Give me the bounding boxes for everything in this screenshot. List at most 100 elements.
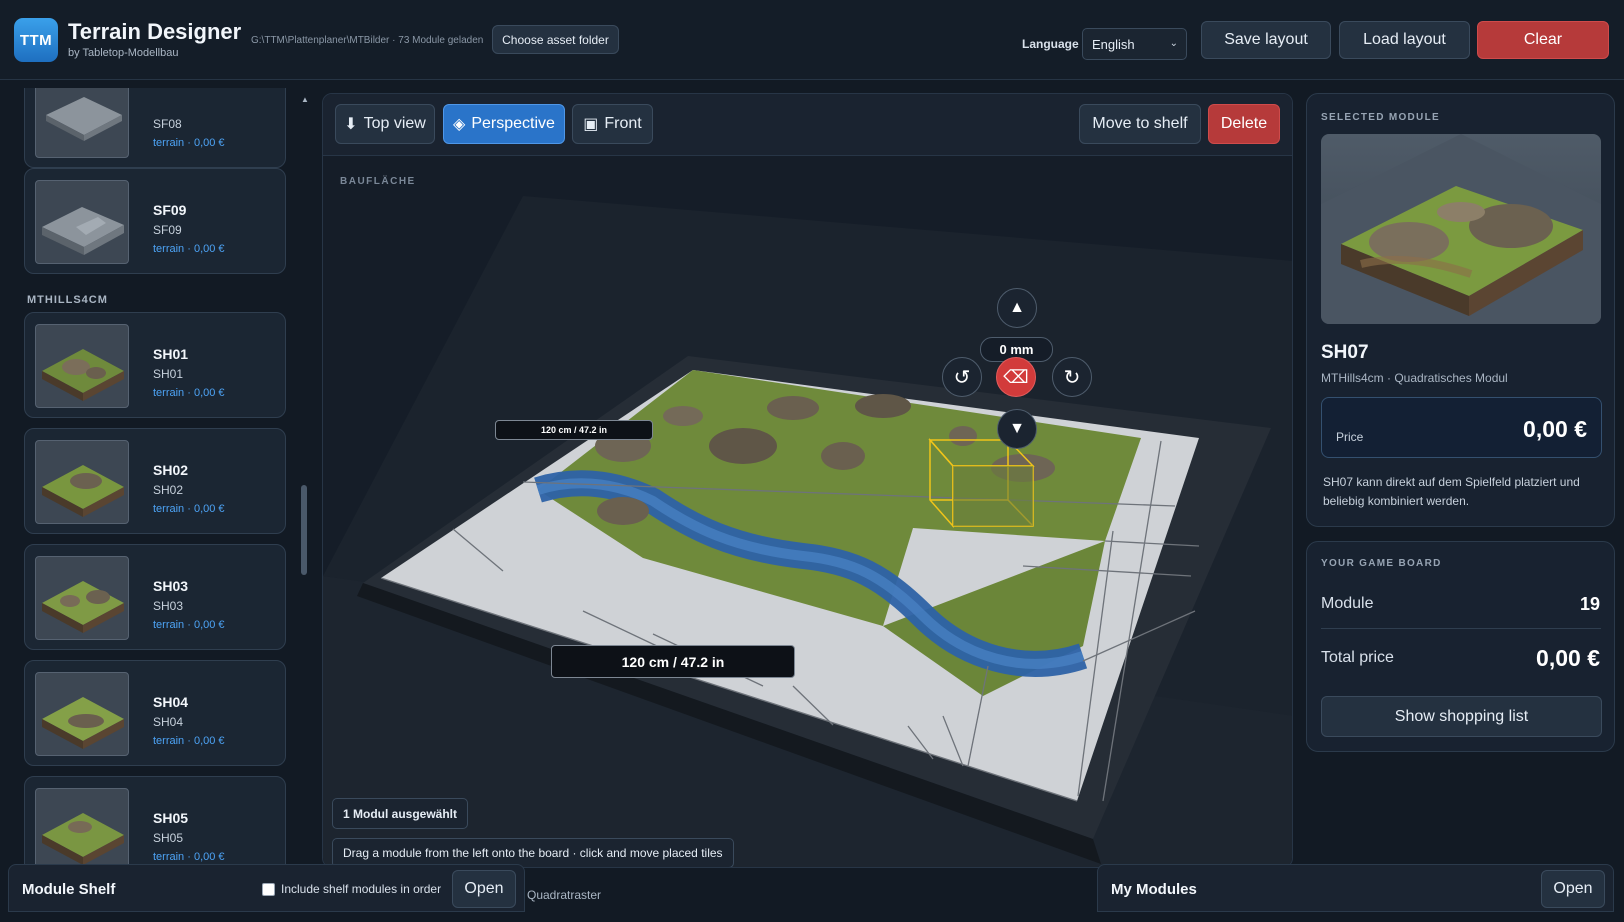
open-my-modules-button[interactable]: Open xyxy=(1541,870,1605,908)
module-code: SH02 xyxy=(153,483,184,497)
include-shelf-label[interactable]: Include shelf modules in order xyxy=(281,882,441,896)
board-viewport: ⬇ Top view ◈ Perspective ▣ Front Move to… xyxy=(322,93,1293,868)
language-select[interactable]: English ⌄ xyxy=(1082,28,1187,60)
module-code: SH05 xyxy=(153,831,184,845)
module-meta: terrain · 0,00 € xyxy=(153,735,225,747)
top-view-label: Top view xyxy=(363,115,426,132)
module-meta: terrain · 0,00 € xyxy=(153,137,225,149)
module-code: SF08 xyxy=(153,117,182,131)
price-box: Price 0,00 € xyxy=(1321,397,1602,458)
total-price-value: 0,00 € xyxy=(1536,645,1600,671)
module-meta: terrain · 0,00 € xyxy=(153,851,225,863)
app-logo: TTM xyxy=(14,18,58,62)
arrow-down-icon: ⬇ xyxy=(344,116,358,133)
open-shelf-button[interactable]: Open xyxy=(452,870,516,908)
selected-module-meta: MTHills4cm · Quadratisches Modul xyxy=(1321,371,1508,385)
library-item-sh01[interactable]: SH01 SH01 terrain · 0,00 € xyxy=(24,312,286,418)
remove-module-icon[interactable]: ⌫ xyxy=(996,357,1036,397)
module-thumbnail xyxy=(35,88,129,158)
module-library: SF08 terrain · 0,00 € SF09 SF09 terrain … xyxy=(10,88,310,864)
module-name: SH05 xyxy=(153,810,189,826)
grid-type-label: Quadratraster xyxy=(527,888,602,902)
selected-module-name: SH07 xyxy=(1321,342,1369,363)
choose-asset-folder-button[interactable]: Choose asset folder xyxy=(492,25,619,54)
module-thumbnail xyxy=(35,672,129,756)
total-price-label: Total price xyxy=(1321,649,1394,666)
library-item-sf09[interactable]: SF09 SF09 terrain · 0,00 € xyxy=(24,168,286,274)
top-view-button[interactable]: ⬇ Top view xyxy=(335,104,435,144)
selected-module-description: SH07 kann direkt auf dem Spielfeld platz… xyxy=(1323,475,1580,508)
library-item-sh04[interactable]: SH04 SH04 terrain · 0,00 € xyxy=(24,660,286,766)
category-label: MTHILLS4CM xyxy=(27,294,108,306)
module-code: SH03 xyxy=(153,599,184,613)
library-item-sh05[interactable]: SH05 SH05 terrain · 0,00 € xyxy=(24,776,286,864)
module-count-value: 19 xyxy=(1579,594,1600,614)
module-thumbnail xyxy=(35,440,129,524)
my-modules-title: My Modules xyxy=(1111,881,1197,898)
module-code: SH04 xyxy=(153,715,184,729)
show-shopping-list-button[interactable]: Show shopping list xyxy=(1321,696,1602,737)
module-thumbnail xyxy=(35,324,129,408)
module-name: SF09 xyxy=(153,202,187,218)
save-layout-button[interactable]: Save layout xyxy=(1201,21,1331,59)
price-label: Price xyxy=(1336,430,1364,444)
selected-module-title: SELECTED MODULE xyxy=(1321,112,1440,123)
module-name: SH03 xyxy=(153,578,189,594)
move-down-button[interactable]: ▼ xyxy=(997,409,1037,449)
module-meta: terrain · 0,00 € xyxy=(153,387,225,399)
selected-module-panel: SELECTED MODULE SH07 MTHills4cm · Quadra… xyxy=(1306,93,1615,527)
perspective-button[interactable]: ◈ Perspective xyxy=(443,104,565,144)
rotate-left-icon[interactable]: ↺ xyxy=(942,357,982,397)
module-code: SH01 xyxy=(153,367,184,381)
front-button[interactable]: ▣ Front xyxy=(572,104,653,144)
library-item-sf08[interactable]: SF08 terrain · 0,00 € xyxy=(24,88,286,168)
scroll-up-icon[interactable]: ▲ xyxy=(301,95,309,104)
module-count-label: Module xyxy=(1321,595,1374,612)
language-label: Language xyxy=(1022,37,1079,51)
board-scene[interactable]: BAUFLÄCHE 120 cm / 47.2 in 120 cm / 47.2… xyxy=(323,156,1293,868)
module-code: SF09 xyxy=(153,223,182,237)
load-layout-button[interactable]: Load layout xyxy=(1339,21,1470,59)
asset-path: G:\TTM\Plattenplaner\MTBilder · 73 Modul… xyxy=(251,35,484,46)
dimension-label-large: 120 cm / 47.2 in xyxy=(551,645,795,678)
module-thumbnail xyxy=(35,556,129,640)
front-label: Front xyxy=(604,115,642,132)
square-icon: ▣ xyxy=(583,116,599,133)
module-shelf-title: Module Shelf xyxy=(22,881,116,898)
view-toolbar: ⬇ Top view ◈ Perspective ▣ Front Move to… xyxy=(323,94,1292,156)
perspective-label: Perspective xyxy=(471,115,555,132)
delete-button[interactable]: Delete xyxy=(1208,104,1280,144)
library-scrollbar[interactable]: ▲ xyxy=(300,95,309,860)
module-shelf-bar: Module Shelf Include shelf modules in or… xyxy=(8,864,525,912)
module-thumbnail xyxy=(35,788,129,864)
clear-button[interactable]: Clear xyxy=(1477,21,1609,59)
game-board-title: YOUR GAME BOARD xyxy=(1321,558,1442,569)
module-name: SH04 xyxy=(153,694,189,710)
move-up-button[interactable]: ▲ xyxy=(997,288,1037,328)
module-meta: terrain · 0,00 € xyxy=(153,503,225,515)
game-board-panel: YOUR GAME BOARD Module 19 Total price 0,… xyxy=(1306,541,1615,752)
library-item-sh03[interactable]: SH03 SH03 terrain · 0,00 € xyxy=(24,544,286,650)
module-thumbnail xyxy=(35,180,129,264)
move-to-shelf-button[interactable]: Move to shelf xyxy=(1079,104,1201,144)
chevron-down-icon: ⌄ xyxy=(1169,38,1178,49)
scroll-thumb[interactable] xyxy=(301,485,307,575)
divider xyxy=(1321,628,1601,629)
library-item-sh02[interactable]: SH02 SH02 terrain · 0,00 € xyxy=(24,428,286,534)
language-value: English xyxy=(1092,36,1135,52)
dimension-label-small: 120 cm / 47.2 in xyxy=(495,420,653,440)
module-meta: terrain · 0,00 € xyxy=(153,243,225,255)
price-value: 0,00 € xyxy=(1523,416,1587,442)
app-title: Terrain Designer xyxy=(68,19,242,44)
rotate-right-icon[interactable]: ↻ xyxy=(1052,357,1092,397)
include-shelf-checkbox[interactable] xyxy=(262,883,275,896)
diamond-icon: ◈ xyxy=(453,116,466,133)
selection-status: 1 Modul ausgewählt xyxy=(332,798,469,829)
my-modules-bar: My Modules Open xyxy=(1097,864,1614,912)
selected-module-preview xyxy=(1321,134,1601,324)
app-subtitle: by Tabletop-Modellbau xyxy=(68,47,179,59)
module-name: SH02 xyxy=(153,462,189,478)
app-header: TTM Terrain Designer by Tabletop-Modellb… xyxy=(0,0,1624,80)
board-3d-view[interactable] xyxy=(323,156,1293,868)
module-meta: terrain · 0,00 € xyxy=(153,619,225,631)
